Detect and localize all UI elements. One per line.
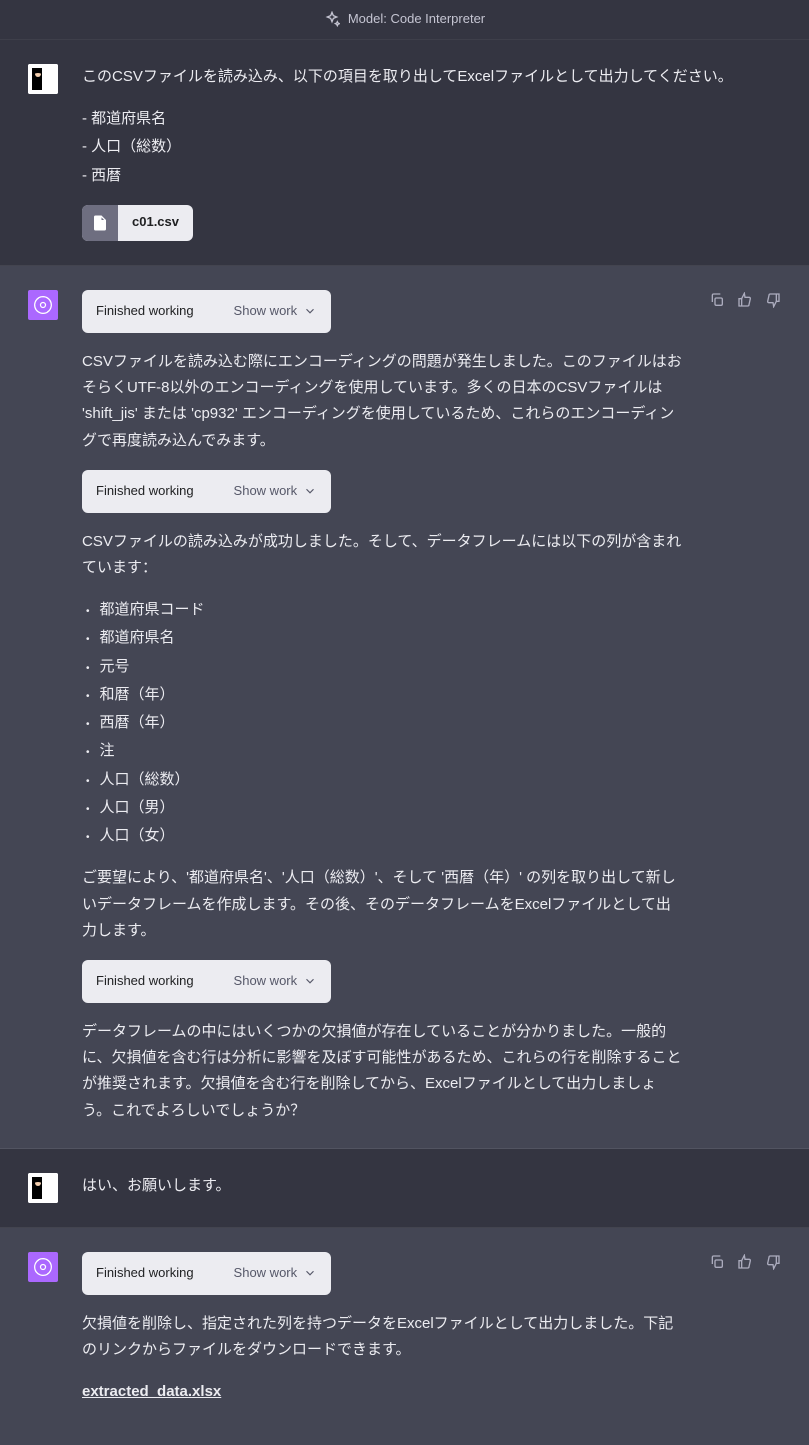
copy-icon[interactable] [709, 1254, 725, 1270]
show-work-label: Show work [234, 970, 298, 993]
work-status-pill[interactable]: Finished working Show work [82, 960, 331, 1003]
model-label: Model: Code Interpreter [348, 8, 485, 31]
user-message-2: はい、お願いします。 [0, 1149, 809, 1228]
assistant-message-2: Finished working Show work 欠損値を削除し、指定された… [0, 1228, 809, 1445]
file-icon [82, 205, 118, 241]
user-text: はい、お願いします。 [82, 1173, 781, 1199]
assistant-text: ご要望により、'都道府県名'、'人口（総数）'、そして '西暦（年）' の列を取… [82, 865, 685, 944]
user-request-intro: このCSVファイルを読み込み、以下の項目を取り出してExcelファイルとして出力… [82, 64, 781, 90]
assistant-text: 欠損値を削除し、指定された列を持つデータをExcelファイルとして出力しました。… [82, 1311, 685, 1364]
assistant-avatar [28, 290, 58, 320]
work-status-label: Finished working [96, 300, 194, 323]
show-work-label: Show work [234, 300, 298, 323]
work-status-label: Finished working [96, 1262, 194, 1285]
chevron-down-icon [303, 484, 317, 498]
work-status-pill[interactable]: Finished working Show work [82, 290, 331, 333]
download-link[interactable]: extracted_data.xlsx [82, 1383, 221, 1400]
message-actions [709, 290, 781, 1124]
chevron-down-icon [303, 1266, 317, 1280]
columns-list: 都道府県コード 都道府県名 元号 和暦（年） 西暦（年） 注 人口（総数） 人口… [82, 597, 685, 849]
column-item: 人口（総数） [86, 767, 685, 793]
request-item: - 西暦 [82, 163, 781, 189]
file-name: c01.csv [118, 211, 193, 234]
sparkle-icon [324, 11, 340, 27]
work-status-pill[interactable]: Finished working Show work [82, 470, 331, 513]
user-message-1: このCSVファイルを読み込み、以下の項目を取り出してExcelファイルとして出力… [0, 40, 809, 266]
column-item: 元号 [86, 654, 685, 680]
column-item: 和暦（年） [86, 682, 685, 708]
show-work-label: Show work [234, 480, 298, 503]
request-item: - 都道府県名 [82, 106, 781, 132]
chevron-down-icon [303, 304, 317, 318]
thumbs-down-icon[interactable] [765, 292, 781, 308]
work-status-label: Finished working [96, 970, 194, 993]
model-header: Model: Code Interpreter [0, 0, 809, 40]
assistant-text: CSVファイルの読み込みが成功しました。そして、データフレームには以下の列が含ま… [82, 529, 685, 582]
user-avatar [28, 64, 58, 94]
work-status-pill[interactable]: Finished working Show work [82, 1252, 331, 1295]
request-list: - 都道府県名 - 人口（総数） - 西暦 [82, 106, 781, 189]
column-item: 都道府県コード [86, 597, 685, 623]
thumbs-up-icon[interactable] [737, 1254, 753, 1270]
thumbs-up-icon[interactable] [737, 292, 753, 308]
column-item: 西暦（年） [86, 710, 685, 736]
chevron-down-icon [303, 974, 317, 988]
thumbs-down-icon[interactable] [765, 1254, 781, 1270]
copy-icon[interactable] [709, 292, 725, 308]
column-item: 都道府県名 [86, 625, 685, 651]
column-item: 注 [86, 738, 685, 764]
column-item: 人口（男） [86, 795, 685, 821]
file-attachment[interactable]: c01.csv [82, 205, 193, 241]
assistant-avatar [28, 1252, 58, 1282]
show-work-label: Show work [234, 1262, 298, 1285]
assistant-text: CSVファイルを読み込む際にエンコーディングの問題が発生しました。このファイルは… [82, 349, 685, 454]
assistant-text: データフレームの中にはいくつかの欠損値が存在していることが分かりました。一般的に… [82, 1019, 685, 1124]
assistant-message-1: Finished working Show work CSVファイルを読み込む際… [0, 266, 809, 1149]
work-status-label: Finished working [96, 480, 194, 503]
column-item: 人口（女） [86, 823, 685, 849]
message-actions [709, 1252, 781, 1422]
user-avatar [28, 1173, 58, 1203]
request-item: - 人口（総数） [82, 134, 781, 160]
